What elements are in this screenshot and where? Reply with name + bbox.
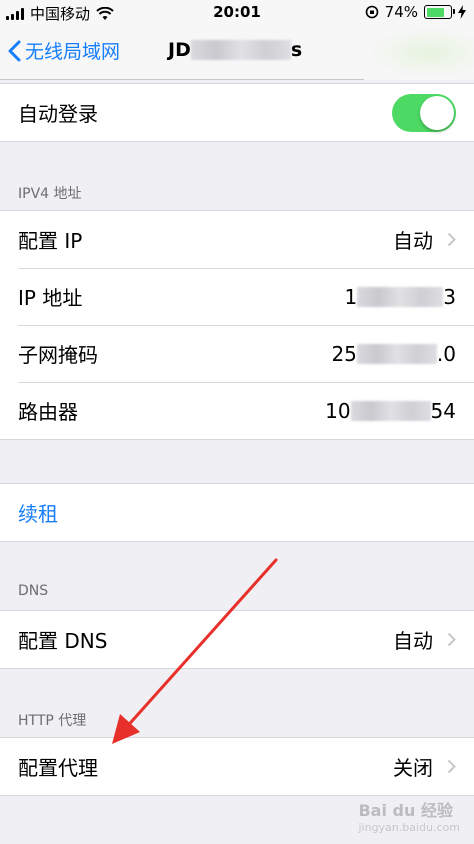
title-prefix: JD [168, 39, 191, 61]
redacted-text [357, 286, 444, 307]
configure-ip-value-text: 自动 [393, 229, 433, 253]
watermark: Bai du 经验 jingyan.baidu.com [358, 797, 460, 834]
auto-login-group: 自动登录 [0, 83, 474, 142]
configure-dns-row[interactable]: 配置 DNS 自动 [0, 611, 474, 668]
chevron-right-icon [447, 232, 456, 247]
toggle-knob [420, 95, 454, 130]
router-value: 10 54 [325, 399, 456, 423]
subnet-mask-start: 25 [331, 341, 357, 366]
configure-ip-value: 自动 [393, 225, 456, 254]
ip-address-start: 1 [344, 284, 358, 309]
ipv4-group: 配置 IP 自动 IP 地址 1 3 子网掩码 25 .0 路由器 10 54 [0, 210, 474, 440]
ip-address-end: 3 [443, 284, 456, 309]
title-suffix: s [290, 39, 303, 61]
proxy-group: 配置代理 关闭 [0, 737, 474, 796]
orientation-lock-icon [365, 5, 378, 19]
redacted-text [356, 343, 437, 364]
configure-ip-label: 配置 IP [18, 229, 83, 253]
configure-proxy-value: 关闭 [393, 752, 456, 781]
renew-group: 续租 [0, 483, 474, 542]
router-end: 54 [430, 398, 456, 423]
configure-proxy-value-text: 关闭 [393, 756, 433, 780]
ip-address-row: IP 地址 1 3 [0, 268, 474, 325]
configure-dns-value-text: 自动 [393, 629, 433, 653]
status-right: 74% [365, 3, 466, 21]
auto-login-toggle[interactable] [392, 93, 456, 132]
auto-login-row: 自动登录 [0, 84, 474, 141]
navigation-bar: 无线局域网 JD s [0, 26, 474, 80]
chevron-right-icon [447, 632, 456, 647]
http-proxy-section-header: HTTP 代理 [18, 713, 87, 729]
router-label: 路由器 [18, 400, 78, 424]
subnet-mask-end: .0 [436, 341, 456, 366]
chevron-left-icon [8, 40, 21, 61]
battery-icon [424, 5, 455, 19]
router-start: 10 [325, 398, 351, 423]
back-button-label: 无线局域网 [25, 41, 121, 63]
renew-lease-label: 续租 [18, 502, 58, 526]
back-button[interactable]: 无线局域网 [8, 37, 120, 64]
redacted-text [350, 400, 431, 421]
status-bar: 中国移动 20:01 74% [0, 0, 474, 26]
screen-glare [364, 26, 474, 80]
ip-address-value: 1 3 [345, 285, 456, 309]
ip-address-label: IP 地址 [18, 286, 83, 310]
watermark-subtext: jingyan.baidu.com [358, 821, 460, 834]
subnet-mask-value: 25 .0 [331, 342, 456, 366]
configure-proxy-row[interactable]: 配置代理 关闭 [0, 738, 474, 795]
page-title: JD s [168, 39, 302, 61]
subnet-mask-label: 子网掩码 [18, 343, 98, 367]
redacted-text [190, 40, 291, 60]
dns-group: 配置 DNS 自动 [0, 610, 474, 669]
ipv4-section-header: IPV4 地址 [18, 186, 82, 202]
auto-login-label: 自动登录 [18, 102, 98, 126]
watermark-text: Bai du 经验 [358, 801, 453, 820]
router-row: 路由器 10 54 [0, 382, 474, 439]
battery-percent: 74% [384, 3, 418, 21]
configure-dns-label: 配置 DNS [18, 629, 108, 653]
charging-icon [458, 5, 466, 19]
renew-lease-button[interactable]: 续租 [0, 484, 474, 541]
configure-dns-value: 自动 [393, 625, 456, 654]
configure-ip-row[interactable]: 配置 IP 自动 [0, 211, 474, 268]
battery-level [426, 7, 444, 17]
configure-proxy-label: 配置代理 [18, 756, 98, 780]
chevron-right-icon [447, 759, 456, 774]
dns-section-header: DNS [18, 583, 49, 599]
subnet-mask-row: 子网掩码 25 .0 [0, 325, 474, 382]
